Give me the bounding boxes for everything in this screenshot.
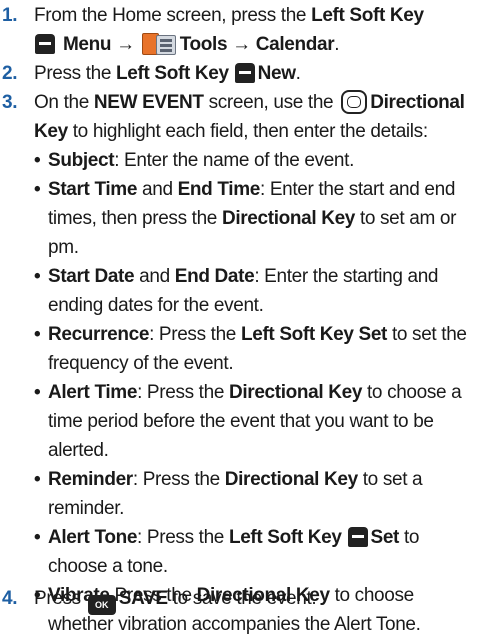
- field-list: • Subject: Enter the name of the event. •…: [34, 146, 470, 639]
- punctuation: .: [334, 34, 340, 55]
- list-item: • Recurrence: Press the Left Soft Key Set…: [34, 320, 470, 378]
- list-item: • Alert Time: Press the Directional Key t…: [34, 378, 470, 465]
- key-name: Left Soft Key: [116, 63, 229, 84]
- left-soft-key-icon: [347, 527, 368, 547]
- key-name: Left Soft Key Set: [240, 324, 388, 345]
- list-item: • Subject: Enter the name of the event.: [34, 146, 470, 175]
- step-number: 4.: [2, 588, 18, 609]
- field-name: End Time: [177, 179, 261, 200]
- field-name: Subject: [48, 150, 115, 171]
- list-item: • Alert Tone: Press the Left Soft Key Set…: [34, 523, 470, 581]
- directional-key-icon: [341, 90, 368, 114]
- step-intro: On the NEW EVENT screen, use the Directi…: [34, 88, 470, 146]
- field-desc: and: [137, 179, 178, 200]
- step-body: Press the Left Soft Key New.: [34, 59, 470, 88]
- left-soft-key-icon: [35, 34, 55, 54]
- step-text: screen, use the: [203, 92, 339, 113]
- menu-label: Menu: [62, 34, 112, 55]
- field-name: Start Date: [48, 266, 135, 287]
- instruction-document: 1. From the Home screen, press the Left …: [0, 0, 477, 635]
- step-text: to highlight each field, then enter the …: [67, 121, 428, 142]
- punctuation: .: [295, 63, 301, 84]
- tools-label: Tools: [179, 34, 228, 55]
- key-name: Directional Key: [228, 382, 363, 403]
- field-desc: : Press the: [137, 382, 229, 403]
- step-text: Press: [34, 588, 86, 609]
- step-text: Press the: [34, 63, 117, 84]
- field-name: Start Time: [48, 179, 138, 200]
- step-body: On the NEW EVENT screen, use the Directi…: [34, 88, 470, 639]
- step-number: 1.: [2, 5, 18, 26]
- arrow: →: [232, 34, 251, 55]
- field-desc: : Press the: [132, 469, 225, 490]
- ok-key-icon: OK: [87, 595, 116, 615]
- arrow: →: [116, 34, 135, 55]
- field-desc: : Press the: [137, 527, 229, 548]
- field-name: Alert Tone: [48, 527, 138, 548]
- field-desc: : Enter the name of the event.: [114, 150, 355, 171]
- list-item: • Start Time and End Time: Enter the star…: [34, 175, 470, 262]
- left-soft-key-icon: [234, 63, 255, 83]
- step-text: From the Home screen, press the: [34, 5, 312, 26]
- step-number: 2.: [2, 63, 18, 84]
- field-desc: and: [134, 266, 175, 287]
- key-name: Directional Key: [224, 469, 358, 490]
- key-name: Left Soft Key: [311, 5, 424, 26]
- step-body: From the Home screen, press the Left Sof…: [34, 1, 470, 59]
- field-name: Recurrence: [48, 324, 150, 345]
- bullet: •: [34, 179, 41, 200]
- key-name: Directional Key: [221, 208, 356, 229]
- bullet: •: [34, 527, 41, 548]
- calendar-label: Calendar: [255, 34, 335, 55]
- screen-name: NEW EVENT: [93, 92, 204, 113]
- bullet: •: [34, 324, 41, 345]
- field-name: End Date: [174, 266, 255, 287]
- key-name: Left Soft Key: [228, 527, 342, 548]
- field-desc: : Press the: [149, 324, 241, 345]
- new-label: New: [257, 63, 296, 84]
- save-label: SAVE: [118, 588, 168, 609]
- bullet: •: [34, 382, 41, 403]
- tools-icon: [141, 31, 176, 55]
- bullet: •: [34, 469, 41, 490]
- bullet: •: [34, 266, 41, 287]
- list-item: • Reminder: Press the Directional Key to …: [34, 465, 470, 523]
- step-text: On the: [34, 92, 94, 113]
- bullet: •: [34, 150, 41, 171]
- step-body: Press OK SAVE to save the event.: [34, 584, 470, 615]
- field-name: Reminder: [48, 469, 133, 490]
- field-name: Alert Time: [48, 382, 138, 403]
- step-text: to save the event.: [167, 588, 317, 609]
- step-number: 3.: [2, 92, 18, 113]
- key-name: Set: [370, 527, 400, 548]
- list-item: • Start Date and End Date: Enter the star…: [34, 262, 470, 320]
